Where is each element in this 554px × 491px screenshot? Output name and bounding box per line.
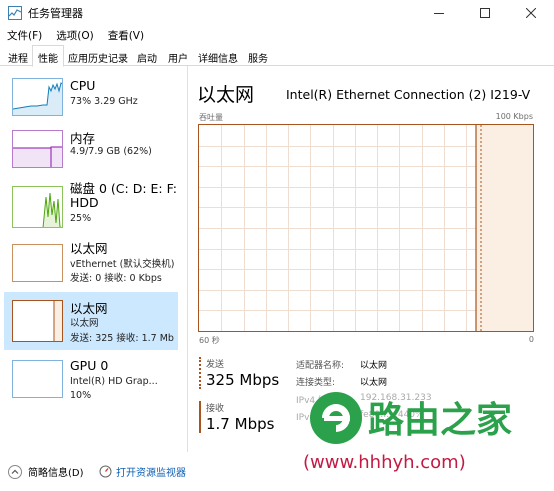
memory-thumbnail-graph: [12, 130, 63, 168]
chevron-up-icon: [8, 464, 22, 479]
performance-sidebar: CPU 73% 3.29 GHz 内存 4.9/7.9 GB (62%) 磁盘 …: [0, 66, 188, 452]
throughput-graph: [198, 124, 534, 332]
sidebar-gpu-usage: 10%: [70, 390, 92, 401]
gpu-thumbnail-graph: [12, 360, 63, 398]
sidebar-memory-usage: 4.9/7.9 GB (62%): [70, 146, 152, 157]
scale-max-label: 100 Kbps: [495, 112, 533, 121]
sidebar-disk-usage: 25%: [70, 213, 92, 224]
maximize-icon: [480, 8, 490, 18]
watermark-logo: 路由之家: [304, 390, 554, 446]
close-icon: [526, 8, 536, 18]
send-value: 325 Mbps: [206, 371, 280, 389]
sidebar-ethernet1-title: 以太网: [70, 241, 108, 256]
ethernet-thumbnail-graph: [12, 300, 63, 342]
tab-startup[interactable]: 启动: [131, 45, 163, 66]
tab-services[interactable]: 服务: [242, 45, 274, 66]
send-stat: 发送 325 Mbps: [199, 357, 279, 389]
maximize-button[interactable]: [462, 0, 508, 26]
menu-file[interactable]: 文件(F): [0, 26, 49, 44]
tab-processes[interactable]: 进程: [2, 45, 34, 66]
graph-zero-label: 0: [528, 335, 534, 344]
tab-bar: 进程 性能 应用历史记录 启动 用户 详细信息 服务: [0, 45, 554, 67]
send-label: 发送: [206, 360, 225, 370]
sidebar-ethernet1-adapter: vEthernet (默认交换机): [70, 259, 175, 270]
menu-options[interactable]: 选项(O): [49, 26, 100, 44]
ethernet-vethernet-thumbnail-graph: [12, 244, 63, 282]
open-resource-monitor-link[interactable]: 打开资源监视器: [99, 464, 186, 479]
sidebar-cpu-title: CPU: [70, 78, 96, 93]
sidebar-memory-title: 内存: [70, 131, 96, 146]
menu-view[interactable]: 查看(V): [101, 26, 151, 44]
resource-monitor-label: 打开资源监视器: [116, 468, 186, 479]
minimize-icon: [434, 13, 444, 14]
detail-value-connection-type: 以太网: [360, 378, 388, 388]
receive-stat: 接收 1.7 Mbps: [199, 401, 274, 433]
sidebar-cpu-usage: 73% 3.29 GHz: [70, 96, 138, 107]
page-title: 以太网: [197, 84, 255, 106]
graph-time-label: 60 秒: [199, 336, 220, 345]
sidebar-gpu-title: GPU 0: [70, 358, 109, 373]
summary-label: 简略信息(D): [28, 468, 84, 479]
window-title: 任务管理器: [28, 7, 83, 20]
receive-value: 1.7 Mbps: [206, 415, 275, 433]
summary-toggle[interactable]: 简略信息(D): [8, 464, 84, 479]
tab-users[interactable]: 用户: [162, 45, 194, 66]
cpu-thumbnail-graph: [12, 78, 63, 116]
tab-details[interactable]: 详细信息: [192, 45, 244, 66]
detail-label-connection-type: 连接类型:: [296, 378, 336, 388]
sidebar-item-ethernet-vethernet[interactable]: 以太网 vEthernet (默认交换机) 发送: 0 接收: 0 Kbps: [4, 238, 178, 290]
title-bar[interactable]: 任务管理器: [0, 0, 554, 26]
sidebar-item-disk[interactable]: 磁盘 0 (C: D: E: F: HDD 25%: [4, 178, 178, 236]
watermark-logo-text: 路由之家: [368, 400, 512, 441]
task-manager-app-icon: [8, 6, 22, 20]
menu-bar: 文件(F) 选项(O) 查看(V): [0, 26, 554, 44]
sidebar-ethernet2-adapter: 以太网: [70, 318, 99, 329]
detail-label-adapter: 适配器名称:: [296, 361, 345, 371]
detail-value-adapter: 以太网: [360, 361, 388, 371]
sidebar-ethernet1-throughput: 发送: 0 接收: 0 Kbps: [70, 273, 162, 284]
sidebar-gpu-model: Intel(R) HD Grap...: [70, 376, 158, 387]
receive-label: 接收: [206, 404, 225, 414]
disk-thumbnail-graph: [12, 186, 63, 228]
throughput-label: 吞吐量: [199, 113, 223, 122]
sidebar-item-cpu[interactable]: CPU 73% 3.29 GHz: [4, 74, 178, 122]
sidebar-item-memory[interactable]: 内存 4.9/7.9 GB (62%): [4, 124, 178, 176]
tab-app-history[interactable]: 应用历史记录: [62, 45, 134, 66]
sidebar-item-gpu[interactable]: GPU 0 Intel(R) HD Grap... 10%: [4, 354, 178, 406]
tab-performance[interactable]: 性能: [32, 45, 64, 67]
sidebar-item-ethernet[interactable]: 以太网 以太网 发送: 325 接收: 1.7 Mb: [4, 292, 178, 350]
sidebar-disk-type: HDD: [70, 195, 99, 210]
close-button[interactable]: [508, 0, 554, 26]
adapter-name: Intel(R) Ethernet Connection (2) I219-V: [286, 87, 531, 102]
resource-monitor-icon: [99, 465, 112, 478]
sidebar-ethernet2-throughput: 发送: 325 接收: 1.7 Mb: [70, 333, 174, 344]
minimize-button[interactable]: [416, 0, 462, 26]
receive-fill-area: [476, 125, 533, 331]
bottom-bar: 简略信息(D) 打开资源监视器: [0, 458, 554, 491]
